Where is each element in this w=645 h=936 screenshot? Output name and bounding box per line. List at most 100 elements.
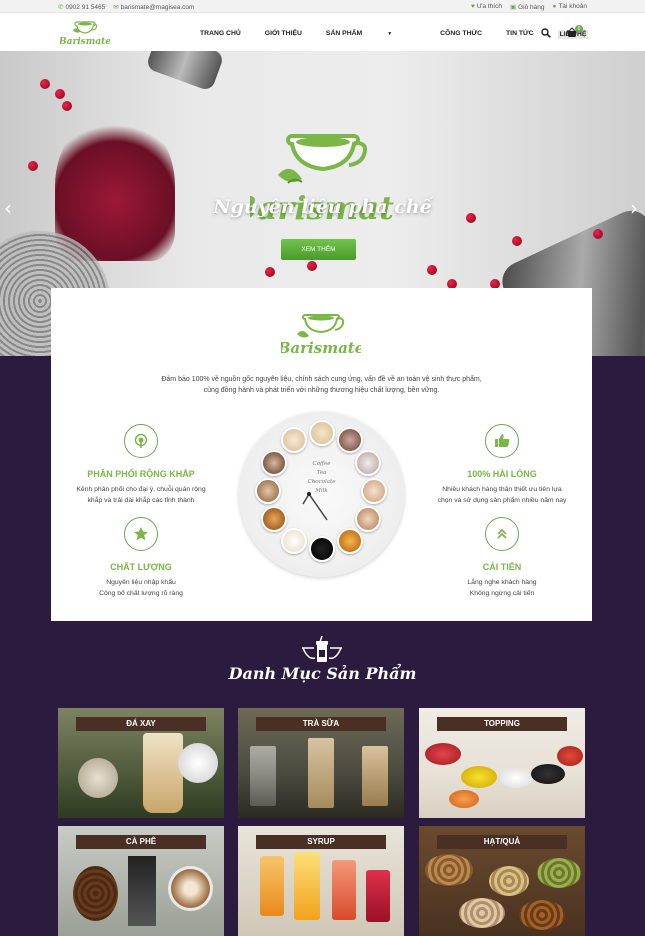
topping-image [449, 790, 479, 808]
main-nav: Barismate TRANG CHỦ GIỚI THIỆU SẢN PHẨM ▼… [0, 13, 645, 51]
category-label: ĐÁ XAY [76, 717, 206, 731]
feature-title: PHÂN PHỐI RỘNG KHẮP [87, 469, 195, 479]
feature-improvement: CẢI TIẾN Lắng nghe khách hàng Không ngừn… [417, 517, 587, 599]
nav-products-label: SẢN PHẨM [325, 30, 363, 37]
intro-line: Đảm bảo 100% về nguồn gốc nguyên liệu, c… [161, 376, 482, 383]
logo-text: Barismate [60, 37, 110, 47]
thumbs-up-icon [485, 424, 519, 458]
cranberry [593, 229, 603, 239]
intro-text: Đảm bảo 100% về nguồn gốc nguyên liệu, c… [51, 374, 592, 396]
category-section-title: Danh Mục Sản Phẩm [228, 664, 417, 683]
glass-image [362, 746, 388, 806]
feature-desc-line: Không ngừng cải tiến [469, 589, 535, 597]
feature-desc-line: Lắng nghe khách hàng [467, 579, 537, 586]
cart-small-icon: ▣ [509, 4, 517, 11]
decor-image [78, 758, 118, 798]
mail-icon: ✉ [113, 4, 119, 11]
feature-quality: CHẤT LƯỢNG Nguyên liệu nhập khẩu Công bố… [56, 517, 226, 599]
cranberry [62, 101, 72, 111]
phone-icon: ✆ [58, 4, 64, 11]
syrup-glass-image [366, 870, 390, 922]
category-card-syrup[interactable]: SYRUP [238, 826, 404, 936]
topping-image [499, 768, 533, 788]
cart-count-badge: 0 [575, 25, 583, 33]
clock-hands [302, 492, 328, 521]
nuts-image [459, 898, 505, 928]
feature-desc: Lắng nghe khách hàng Không ngừng cải tiế… [417, 578, 587, 599]
grinder-image [128, 856, 156, 926]
search-icon[interactable] [541, 28, 551, 38]
chevrons-up-icon [485, 517, 519, 551]
category-label: HẠT/QUẢ [437, 835, 567, 849]
category-card-coffee[interactable]: CÀ PHÊ [58, 826, 224, 936]
about-logo-text: Barismate [281, 339, 361, 357]
nuts-image [425, 854, 473, 886]
category-card-nuts[interactable]: HẠT/QUẢ [419, 826, 585, 936]
nav-home[interactable]: TRANG CHỦ [200, 30, 241, 39]
intro-line: cùng đồng hành và phát triển với những t… [203, 387, 440, 394]
hero-title: Nguyên liệu pha chế [213, 196, 432, 218]
topping-image [461, 766, 497, 788]
feature-title: 100% HÀI LÒNG [467, 469, 537, 479]
topping-image [425, 743, 461, 765]
top-bar: ✆ 0902 91 5465 ✉ barismate@magisea.com ♥ Ưa… [0, 0, 645, 13]
feature-desc-line: khắp và trải dài khắp các tỉnh thành [87, 496, 195, 504]
cranberry [512, 236, 522, 246]
cranberry [307, 261, 317, 271]
category-card-milk-tea[interactable]: TRÀ SỮA [238, 708, 404, 818]
nav-products[interactable]: SẢN PHẨM ▼ [326, 30, 416, 39]
feature-desc-line: Nguyên liệu nhập khẩu [106, 579, 176, 586]
phone-contact[interactable]: ✆ 0902 91 5465 [58, 3, 105, 11]
feature-desc: Nguyên liệu nhập khẩu Công bố chất lượng… [56, 578, 226, 599]
wishlist-link[interactable]: ♥ Ưa thích [471, 3, 502, 11]
heart-icon: ♥ [471, 3, 475, 10]
glass-image [308, 738, 334, 808]
nav-recipes[interactable]: CÔNG THỨC [440, 30, 482, 39]
feature-desc-line: Nhiều khách hàng thân thiết ưu tiên lựa [442, 486, 562, 493]
category-label: CÀ PHÊ [76, 835, 206, 849]
feature-desc-line: chọn và sử dụng sản phẩm nhiều năm nay [437, 496, 567, 504]
user-icon: ● [552, 3, 557, 10]
topping-image [531, 764, 565, 784]
topping-image [557, 746, 583, 766]
nav-about[interactable]: GIỚI THIỆU [265, 30, 302, 39]
account-link[interactable]: ● Tài khoản [553, 3, 587, 11]
site-logo[interactable]: Barismate [60, 18, 110, 48]
feature-satisfaction: 100% HÀI LÒNG Nhiều khách hàng thân thiế… [417, 424, 587, 506]
cranberry [40, 79, 50, 89]
syrup-glass-image [294, 852, 320, 920]
email-contact[interactable]: ✉ barismate@magisea.com [113, 3, 194, 11]
coffee-beans-image [73, 866, 118, 921]
nav-news[interactable]: TIN TỨC [506, 30, 534, 39]
caret-down-icon: ▼ [387, 31, 393, 37]
cranberry [28, 161, 38, 171]
cranberry [55, 89, 65, 99]
category-card-ice-blended[interactable]: ĐÁ XAY [58, 708, 224, 818]
syrup-glass-image [260, 856, 284, 916]
cranberry [265, 267, 275, 277]
category-label: TRÀ SỮA [256, 717, 386, 731]
drinks-clock-image: Coffee Tea Chocolate Milk [239, 412, 404, 577]
cart-link[interactable]: ▣ Giỏ hàng [510, 3, 545, 11]
feature-distribution: PHÂN PHỐI RỘNG KHẮP Kênh phân phối cho đ… [56, 424, 226, 506]
nuts-image [489, 866, 529, 896]
feature-title: CHẤT LƯỢNG [110, 562, 172, 572]
broadcast-icon [124, 424, 158, 458]
drink-cups-icon [302, 636, 342, 662]
category-label: TOPPING [437, 717, 567, 731]
category-card-topping[interactable]: TOPPING [419, 708, 585, 818]
chevron-right-icon[interactable]: › [630, 196, 638, 220]
cranberry [427, 265, 437, 275]
latte-image [168, 866, 213, 911]
see-more-button[interactable]: XEM THÊM [281, 239, 356, 260]
syrup-glass-image [332, 860, 356, 920]
bar-tool-image [145, 51, 225, 92]
drink-image [143, 733, 183, 813]
about-logo: Barismate [281, 314, 361, 357]
nuts-image [519, 900, 565, 930]
feature-desc: Kênh phân phối cho đại ý, chuỗi quán rộn… [56, 485, 226, 506]
star-icon [124, 517, 158, 551]
chevron-left-icon[interactable]: ‹ [4, 196, 12, 220]
category-label: SYRUP [256, 835, 386, 849]
about-card: Barismate Đảm bảo 100% về nguồn gốc nguy… [51, 288, 592, 621]
